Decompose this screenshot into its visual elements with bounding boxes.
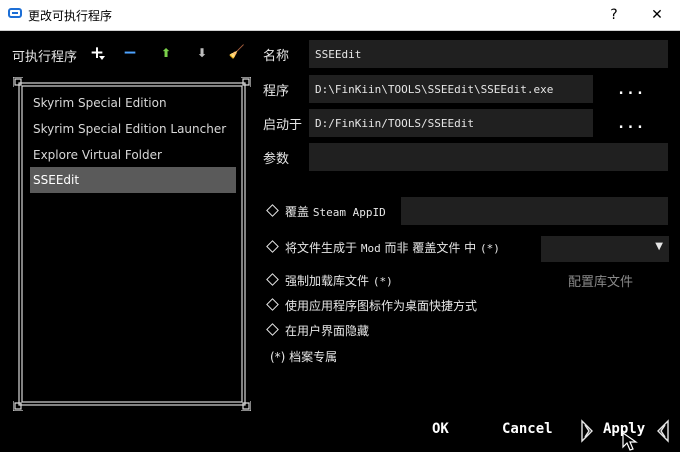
hide-ui-label: 在用户界面隐藏 (285, 324, 370, 338)
list-item-selected[interactable]: SSEEdit (30, 167, 236, 193)
checkbox-icon (266, 298, 279, 311)
hide-in-ui-checkbox[interactable]: 在用户界面隐藏 (265, 321, 369, 341)
use-app-icon-checkbox[interactable]: 使用应用程序图标作为桌面快捷方式 (265, 296, 477, 316)
force-load-libraries-checkbox[interactable]: 强制加载库文件 (*) (265, 271, 393, 291)
arguments-label: 参数 (263, 152, 290, 167)
chevron-down-icon: ▼ (655, 241, 663, 252)
close-button[interactable]: ✕ (644, 4, 670, 26)
start-in-field[interactable] (309, 109, 593, 137)
checkbox-icon (266, 204, 279, 217)
remove-icon[interactable]: − (121, 44, 139, 62)
profile-specific-note: (*) 档案专属 (270, 350, 338, 364)
list-item[interactable]: Explore Virtual Folder (30, 142, 236, 168)
arguments-field[interactable] (309, 143, 668, 171)
configure-libraries-button[interactable]: 配置库文件 (568, 271, 633, 290)
override-appid-checkbox[interactable]: 覆盖 Steam AppID (265, 202, 386, 222)
move-down-icon[interactable]: ⬇ (193, 44, 211, 62)
create-files-in-mod-checkbox[interactable]: 将文件生成于 Mod 而非 覆盖文件 中 (*) (265, 238, 500, 258)
name-field[interactable] (309, 40, 668, 68)
title-bar: 更改可执行程序 ? ✕ (0, 0, 680, 31)
cancel-button[interactable]: Cancel (502, 421, 553, 437)
profile-specific-marker: (*) (372, 275, 393, 288)
program-field[interactable] (309, 75, 593, 103)
checkbox-icon (266, 273, 279, 286)
force-load-label: 强制加载库文件 (285, 274, 370, 288)
profile-specific-marker: (*) (480, 242, 500, 255)
app-icon (8, 8, 22, 18)
steam-appid-label: Steam AppID (312, 206, 386, 219)
broom-icon[interactable]: 🧹 (228, 44, 246, 62)
list-item[interactable]: Skyrim Special Edition Launcher (30, 116, 236, 142)
checkbox-icon (266, 323, 279, 336)
steam-appid-field[interactable] (401, 197, 668, 225)
gen-files-mod-label: Mod (360, 242, 381, 255)
browse-program-button[interactable]: ... (608, 79, 654, 103)
checkbox-icon (266, 240, 279, 253)
list-item[interactable]: Skyrim Special Edition (30, 90, 236, 116)
browse-start-button[interactable]: ... (608, 113, 654, 137)
mouse-cursor-icon (622, 432, 638, 451)
gen-files-label-b: 而非 覆盖文件 中 (384, 241, 477, 255)
name-label: 名称 (263, 49, 290, 64)
gen-files-label-a: 将文件生成于 (285, 241, 358, 255)
add-dropdown-icon[interactable] (99, 56, 105, 60)
mod-dropdown[interactable]: ▼ (541, 236, 669, 262)
help-button[interactable]: ? (601, 4, 627, 26)
start-in-label: 启动于 (263, 118, 303, 133)
override-label: 覆盖 (285, 205, 310, 219)
use-icon-label: 使用应用程序图标作为桌面快捷方式 (285, 299, 478, 313)
move-up-icon[interactable]: ⬆ (157, 44, 175, 62)
ok-button[interactable]: OK (432, 421, 449, 437)
window-title: 更改可执行程序 (28, 9, 113, 23)
executables-header: 可执行程序 (12, 50, 78, 65)
program-label: 程序 (263, 84, 290, 99)
